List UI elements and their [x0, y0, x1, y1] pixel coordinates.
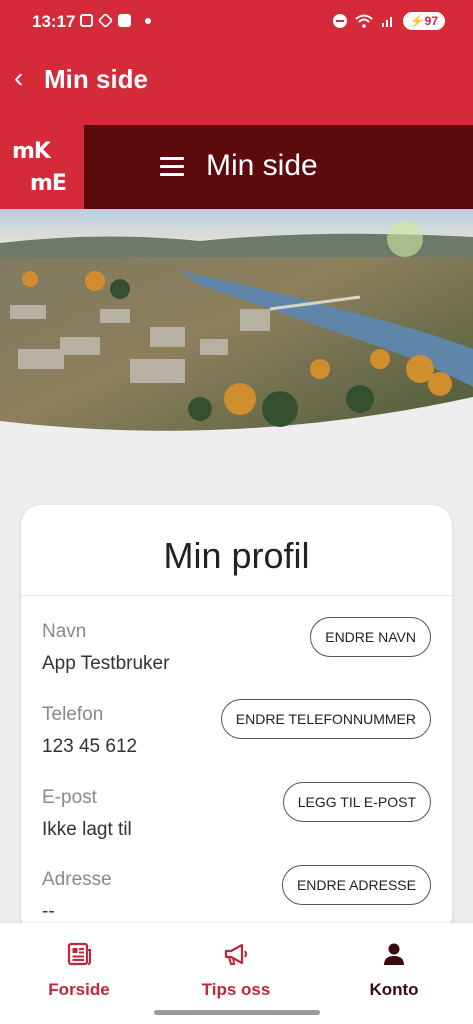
signal-icon [381, 17, 392, 27]
change-address-button[interactable]: ENDRE ADRESSE [281, 865, 431, 905]
site-banner: mK mE Min side [0, 125, 473, 209]
logo-text-bottom: mE [30, 171, 67, 196]
tab-forside[interactable]: Forside [4, 941, 154, 1000]
newspaper-icon [67, 942, 91, 966]
phone-field: Telefon 123 45 612 [42, 704, 137, 758]
status-time: 13:17 [32, 12, 76, 31]
status-bar: 13:17 ⚡97 [0, 0, 473, 44]
profile-card: Min profil Navn App Testbruker ENDRE NAV… [21, 505, 452, 935]
banner-title: Min side [206, 149, 318, 182]
gesture-handle [154, 1010, 320, 1015]
wifi-icon [355, 14, 373, 28]
diamond-app-icon [97, 12, 114, 29]
town-aerial-photo [0, 209, 473, 449]
field-label: Adresse [42, 869, 112, 890]
field-label: Navn [42, 621, 87, 642]
tab-label: Forside [48, 980, 110, 999]
change-name-button[interactable]: ENDRE NAVN [310, 617, 431, 657]
notification-icons [80, 12, 151, 29]
email-field: E-post Ikke lagt til [42, 787, 132, 841]
tab-tips-oss[interactable]: Tips oss [161, 941, 311, 1000]
person-icon [384, 943, 404, 965]
divider [21, 595, 452, 596]
screenshot-icon [80, 14, 93, 27]
change-phone-button[interactable]: ENDRE TELEFONNUMMER [220, 699, 431, 739]
field-value: -- [42, 901, 55, 922]
app-bar-title: Min side [44, 64, 149, 94]
field-label: E-post [42, 787, 97, 808]
battery-level: 97 [424, 14, 438, 28]
field-value: Ikke lagt til [42, 819, 132, 840]
hamburger-menu-icon[interactable] [160, 157, 184, 181]
site-logo[interactable]: mK mE [0, 125, 84, 209]
tab-label: Konto [369, 980, 419, 999]
checkbox-notification-icon [118, 14, 131, 27]
do-not-disturb-icon [332, 14, 347, 28]
more-notifications-dot [145, 18, 151, 24]
field-value: App Testbruker [42, 653, 170, 674]
profile-heading: Min profil [163, 535, 310, 576]
field-label: Telefon [42, 704, 104, 725]
address-field: Adresse -- [42, 869, 112, 923]
tab-konto[interactable]: Konto [319, 941, 469, 1000]
app-bar: ‹ Min side [0, 44, 473, 125]
field-value: 123 45 612 [42, 736, 138, 757]
battery-indicator: ⚡97 [402, 12, 445, 30]
megaphone-icon [224, 943, 247, 965]
add-email-button[interactable]: LEGG TIL E-POST [282, 782, 431, 822]
back-arrow-icon[interactable]: ‹ [14, 64, 23, 92]
name-field: Navn App Testbruker [42, 621, 169, 675]
logo-text-top: mK [12, 139, 51, 164]
bottom-tab-bar: Forside Tips oss Konto [0, 923, 473, 1024]
tab-label: Tips oss [201, 980, 271, 999]
